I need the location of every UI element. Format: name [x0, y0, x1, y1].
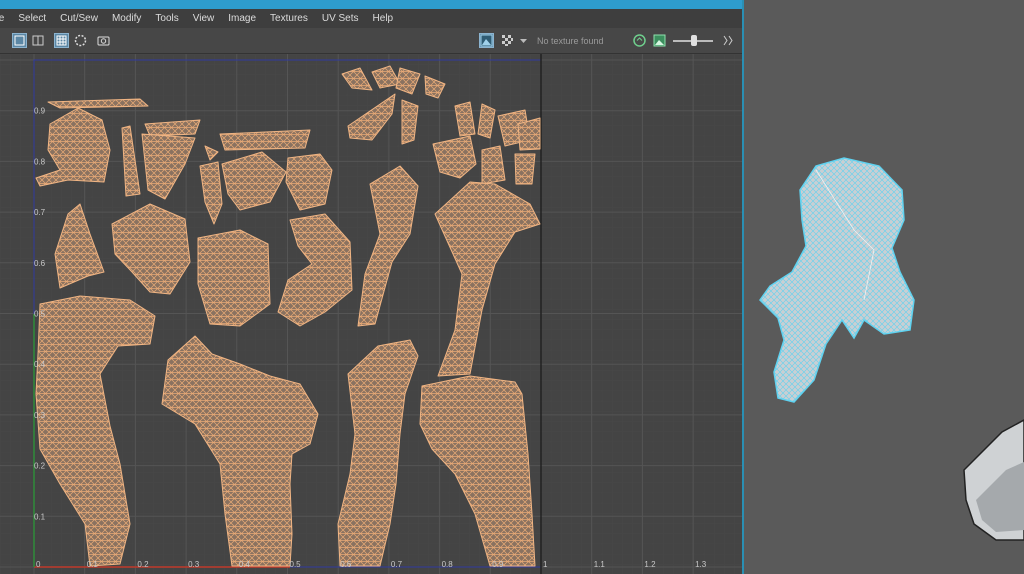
- v-tick-label: 0.2: [34, 462, 46, 471]
- uv-editor-panel: te Select Cut/Sew Modify Tools View Imag…: [0, 0, 744, 574]
- menu-item-cut-sew[interactable]: Cut/Sew: [53, 13, 105, 24]
- uv-grid-canvas[interactable]: 0 0.1 0.2 0.3 0.4 0.5 0.6 0.7 0.8 0.9 1 1.1 1.2 1.3 0…: [0, 54, 742, 574]
- wireframe-mesh: [759, 157, 915, 403]
- menu-bar: te Select Cut/Sew Modify Tools View Imag…: [0, 0, 742, 28]
- u-tick-label: 0.8: [442, 560, 454, 569]
- u-tick-label: 0.1: [87, 560, 99, 569]
- u-tick-label: 1.2: [644, 560, 656, 569]
- u-tick-label: 1: [543, 560, 548, 569]
- exposure-slider-handle[interactable]: [691, 35, 697, 46]
- u-tick-label: 0.2: [137, 560, 149, 569]
- v-tick-label: 0.1: [34, 512, 46, 521]
- v-tick-label: 0.9: [34, 107, 46, 116]
- menu-item-tools[interactable]: Tools: [148, 13, 185, 24]
- menu-item-help[interactable]: Help: [366, 13, 401, 24]
- snapshot-icon[interactable]: [96, 33, 111, 48]
- grid-toggle-icon[interactable]: [54, 33, 69, 48]
- texture-refresh-icon[interactable]: [632, 33, 647, 48]
- menu-item-view[interactable]: View: [186, 13, 222, 24]
- u-tick-label: 0.3: [188, 560, 200, 569]
- v-tick-label: 0.3: [34, 411, 46, 420]
- single-view-icon[interactable]: [12, 33, 27, 48]
- texture-status-label: No texture found: [537, 36, 604, 46]
- 3d-viewport[interactable]: [744, 0, 1024, 574]
- menu-item-uv-sets[interactable]: UV Sets: [315, 13, 366, 24]
- u-tick-label: 1.3: [695, 560, 707, 569]
- u-tick-label: 0.6: [340, 560, 352, 569]
- uv-shell: [219, 129, 311, 151]
- menu-item-partial[interactable]: te: [0, 13, 11, 24]
- uv-shell: [514, 153, 536, 185]
- v-tick-label: 0.6: [34, 259, 46, 268]
- v-tick-label: 0.5: [34, 310, 46, 319]
- u-tick-label: 0.7: [391, 560, 403, 569]
- menu-item-textures[interactable]: Textures: [263, 13, 315, 24]
- uv-shell: [197, 229, 271, 327]
- menu-item-select[interactable]: Select: [11, 13, 53, 24]
- u-tick-label: 0.4: [239, 560, 251, 569]
- v-tick-label: 0.7: [34, 208, 46, 217]
- display-image-icon[interactable]: [479, 33, 494, 48]
- uv-shell: [517, 117, 541, 151]
- expand-icon[interactable]: [720, 33, 735, 48]
- u-tick-label: 0.9: [492, 560, 504, 569]
- menu-item-modify[interactable]: Modify: [105, 13, 148, 24]
- u-tick-label: 0: [36, 560, 41, 569]
- v-tick-label: 0.4: [34, 360, 46, 369]
- v-tick-label: 0.8: [34, 157, 46, 166]
- u-tick-label: 1.1: [594, 560, 606, 569]
- shaded-uv-icon[interactable]: [73, 33, 88, 48]
- u-tick-label: 0.5: [290, 560, 302, 569]
- dropdown-arrow-icon[interactable]: [516, 33, 531, 48]
- split-view-icon[interactable]: [31, 33, 46, 48]
- uv-toolbar: No texture found: [0, 28, 742, 54]
- checker-icon[interactable]: [500, 33, 515, 48]
- image-icon[interactable]: [652, 33, 667, 48]
- menu-item-image[interactable]: Image: [221, 13, 263, 24]
